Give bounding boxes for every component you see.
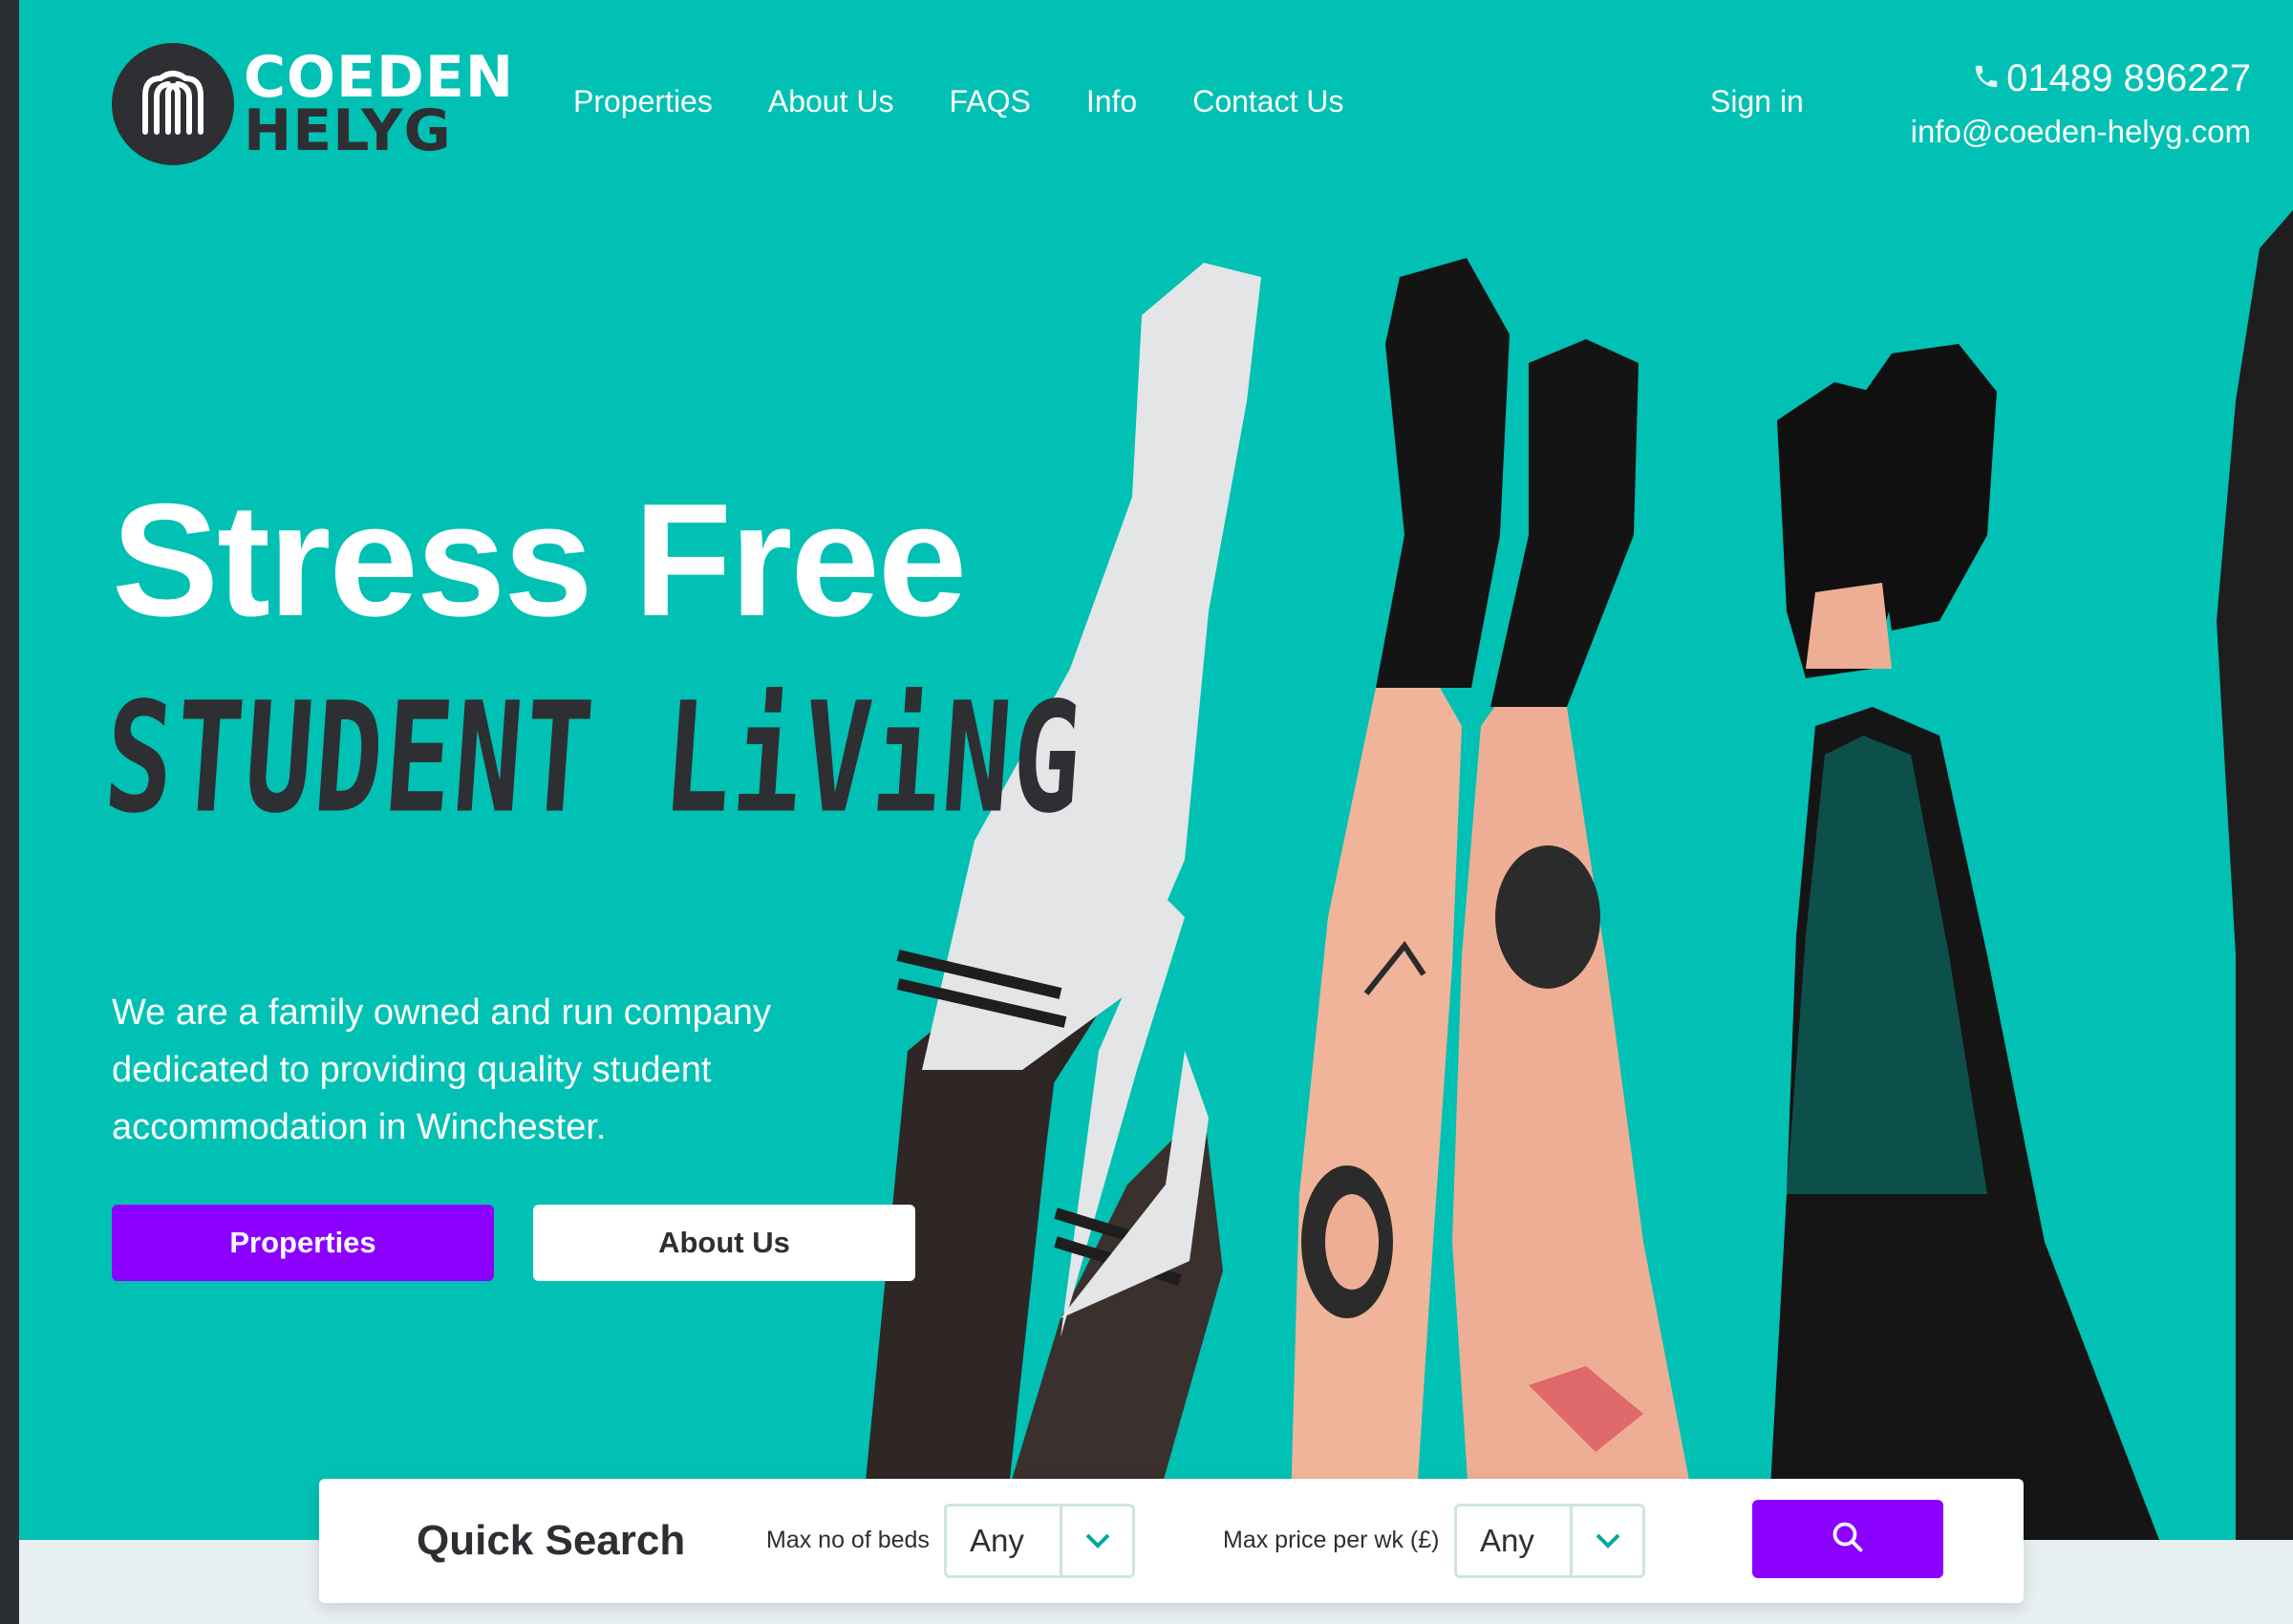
max-beds-value: Any — [970, 1523, 1024, 1558]
logo-line-2: HELYG — [244, 97, 452, 164]
nav-item-about-us[interactable]: About Us — [768, 84, 894, 119]
nav-item-properties[interactable]: Properties — [573, 84, 713, 119]
logo-text: COEDEN HELYG — [244, 44, 515, 164]
chevron-down-icon — [1570, 1506, 1642, 1575]
logo-line-1: COEDEN — [244, 44, 515, 111]
nav-item-info[interactable]: Info — [1086, 84, 1137, 119]
nav-item-faqs[interactable]: FAQS — [949, 84, 1030, 119]
hero-subtitle: STUDENT LiViNG — [98, 669, 1089, 847]
quick-search-bar: Quick Search Max no of beds Any Max pric… — [319, 1479, 2024, 1603]
page: COEDEN HELYG Properties About Us FAQS In… — [19, 0, 2293, 1624]
phone-link[interactable]: 01489 896227 — [1911, 57, 2251, 100]
max-beds-label: Max no of beds — [766, 1527, 930, 1553]
phone-icon — [1972, 57, 2001, 100]
search-icon — [1831, 1520, 1865, 1559]
logo[interactable]: COEDEN HELYG — [112, 43, 514, 165]
hero-title: Stress Free — [112, 470, 967, 650]
phone-number: 01489 896227 — [2006, 57, 2251, 99]
max-price-label: Max price per wk (£) — [1223, 1527, 1440, 1553]
nav-item-contact-us[interactable]: Contact Us — [1192, 84, 1343, 119]
contact-info: 01489 896227 info@coeden-helyg.com — [1911, 57, 2251, 150]
email-link[interactable]: info@coeden-helyg.com — [1911, 114, 2251, 150]
main-nav: Properties About Us FAQS Info Contact Us — [573, 84, 1343, 119]
max-price-select[interactable]: Any — [1454, 1504, 1645, 1578]
sign-in-link[interactable]: Sign in — [1710, 84, 1804, 119]
quick-search-title: Quick Search — [417, 1517, 686, 1564]
properties-button[interactable]: Properties — [112, 1205, 494, 1281]
willow-tree-icon — [112, 43, 234, 165]
hero-intro: We are a family owned and run company de… — [112, 993, 771, 1147]
search-button[interactable] — [1752, 1500, 1943, 1578]
max-price-value: Any — [1480, 1523, 1534, 1558]
max-beds-select[interactable]: Any — [944, 1504, 1135, 1578]
chevron-down-icon — [1060, 1506, 1132, 1575]
about-us-button[interactable]: About Us — [533, 1205, 915, 1281]
